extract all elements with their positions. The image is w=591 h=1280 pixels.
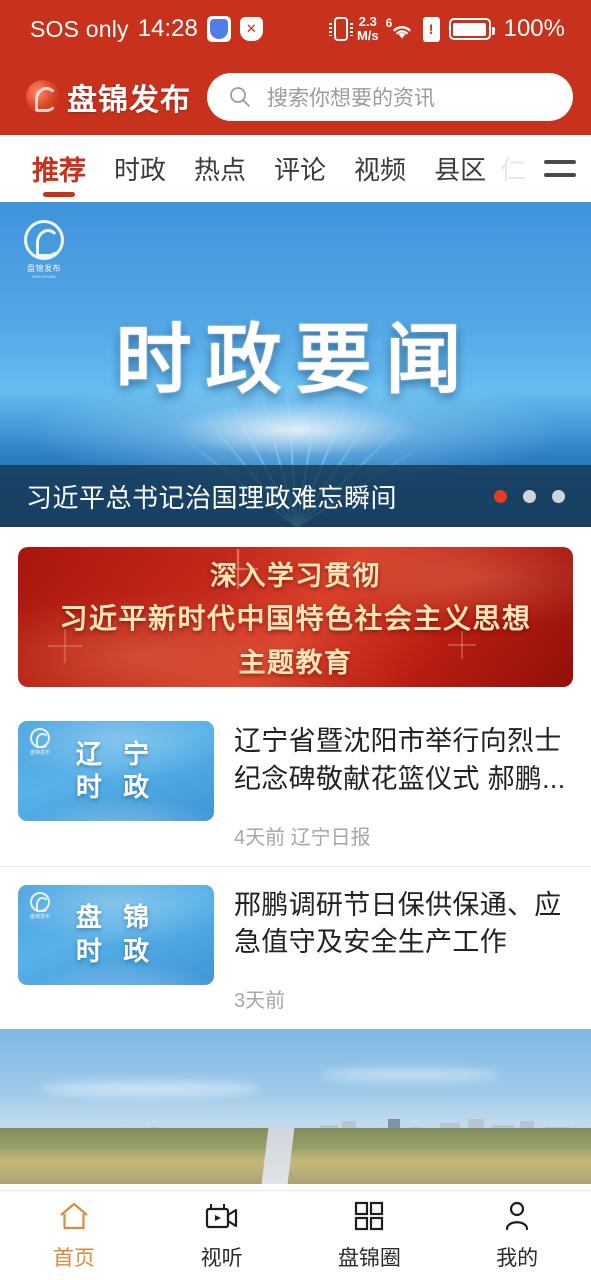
thumbnail-line-2: 时 政 bbox=[75, 772, 157, 802]
thumbnail-watermark-label: 盘锦发布 bbox=[29, 750, 50, 756]
news-body: 邢鹏调研节日保供保通、应急值守及安全生产工作 3天前 bbox=[234, 885, 573, 1014]
tab-redian[interactable]: 热点 bbox=[180, 135, 260, 202]
carousel-dot-1[interactable] bbox=[494, 489, 507, 503]
home-icon bbox=[58, 1199, 90, 1233]
brand: 盘锦发布 bbox=[26, 75, 191, 119]
news-list-item[interactable]: 盘锦发布 盘 锦 时 政 邢鹏调研节日保供保通、应急值守及安全生产工作 3天前 bbox=[0, 865, 591, 1030]
shield-blue-icon bbox=[206, 16, 231, 42]
nav-item-circle[interactable]: 盘锦圈 bbox=[296, 1191, 444, 1280]
ground-area bbox=[0, 1128, 591, 1185]
shield-x-icon bbox=[239, 17, 263, 41]
brand-name-label: 盘锦发布 bbox=[67, 83, 191, 117]
thumbnail-watermark: 盘锦发布 bbox=[27, 728, 53, 756]
panjin-logo-icon bbox=[26, 79, 60, 114]
promo-banner[interactable]: 深入学习贯彻 习近平新时代中国特色社会主义思想 主题教育 bbox=[18, 547, 573, 687]
news-body: 辽宁省暨沈阳市举行向烈士纪念碑敬献花篮仪式 郝鹏... 4天前 辽宁日报 bbox=[234, 721, 573, 850]
tab-partial-next[interactable]: 仁 bbox=[500, 135, 526, 202]
nav-item-home[interactable]: 首页 bbox=[0, 1191, 148, 1280]
news-title[interactable]: 辽宁省暨沈阳市举行向烈士纪念碑敬献花篮仪式 郝鹏... bbox=[234, 723, 573, 799]
panjin-logo-icon bbox=[24, 220, 64, 260]
bottom-nav-bar[interactable]: 首页 视听 盘锦圈 我的 bbox=[0, 1190, 591, 1280]
news-list-item[interactable]: 盘锦发布 辽 宁 时 政 辽宁省暨沈阳市举行向烈士纪念碑敬献花篮仪式 郝鹏...… bbox=[0, 703, 591, 866]
vibrate-icon bbox=[328, 17, 353, 41]
tab-xianqu[interactable]: 县区 bbox=[420, 135, 500, 202]
panjin-logo-icon bbox=[30, 728, 50, 748]
cloud-shape bbox=[40, 1081, 260, 1098]
tab-pinglun[interactable]: 评论 bbox=[260, 135, 340, 202]
thumbnail-watermark: 盘锦发布 bbox=[27, 891, 53, 920]
thumbnail-line-1: 辽 宁 bbox=[75, 738, 157, 769]
city-photo[interactable] bbox=[0, 1029, 591, 1185]
carrier-label: SOS only bbox=[30, 15, 129, 42]
nav-label-profile: 我的 bbox=[496, 1247, 539, 1270]
tab-tuijian[interactable]: 推荐 bbox=[18, 135, 100, 202]
thumbnail-line-2: 时 政 bbox=[75, 935, 157, 966]
app-root: SOS only 14:28 2.3 M/s 6 ! 100% bbox=[0, 0, 591, 1280]
carousel-dots[interactable] bbox=[494, 489, 565, 503]
network-speed-label: 2.3 M/s bbox=[357, 15, 379, 42]
panjin-logo-icon bbox=[30, 891, 50, 912]
nav-item-video[interactable]: 视听 bbox=[148, 1191, 296, 1280]
network-speed-unit: M/s bbox=[356, 28, 379, 43]
battery-icon bbox=[448, 18, 495, 40]
carousel-caption-text[interactable]: 习近平总书记治国理政难忘瞬间 bbox=[26, 478, 397, 515]
promo-line-3: 主题教育 bbox=[238, 648, 353, 678]
status-bar: SOS only 14:28 2.3 M/s 6 ! 100% bbox=[0, 0, 591, 58]
wifi-icon: 6 bbox=[386, 16, 414, 40]
nav-label-home: 首页 bbox=[52, 1247, 95, 1270]
news-title[interactable]: 邢鹏调研节日保供保通、应急值守及安全生产工作 bbox=[234, 887, 573, 963]
search-input[interactable]: 搜索你想要的资讯 bbox=[267, 82, 435, 112]
nav-item-profile[interactable]: 我的 bbox=[443, 1191, 591, 1280]
news-thumbnail[interactable]: 盘锦发布 盘 锦 时 政 bbox=[18, 884, 214, 985]
category-tab-bar[interactable]: 推荐 时政 热点 评论 视频 县区 仁 bbox=[0, 135, 591, 202]
carousel-dot-3[interactable] bbox=[552, 489, 565, 503]
status-bar-left: SOS only 14:28 bbox=[30, 15, 263, 43]
news-meta: 4天前 辽宁日报 bbox=[234, 826, 371, 849]
search-icon bbox=[229, 86, 251, 108]
tab-shipin[interactable]: 视频 bbox=[340, 135, 420, 202]
news-meta: 3天前 bbox=[234, 990, 286, 1013]
status-bar-right: 2.3 M/s 6 ! 100% bbox=[328, 15, 565, 43]
search-bar[interactable]: 搜索你想要的资讯 bbox=[207, 72, 573, 121]
hero-carousel[interactable]: 盘锦发布 PANJINFABU 时政要闻 习近平总书记治国理政难忘瞬间 bbox=[0, 202, 591, 527]
carousel-slide-title: 时政要闻 bbox=[115, 318, 476, 403]
app-header: 盘锦发布 搜索你想要的资讯 bbox=[0, 58, 591, 135]
thumbnail-line-1: 盘 锦 bbox=[75, 902, 157, 933]
watermark-name-label: 盘锦发布 bbox=[27, 264, 61, 273]
carousel-watermark: 盘锦发布 PANJINFABU bbox=[22, 220, 66, 279]
thumbnail-watermark-label: 盘锦发布 bbox=[29, 913, 50, 920]
promo-line-1: 深入学习贯彻 bbox=[210, 561, 381, 591]
battery-percent-label: 100% bbox=[503, 15, 565, 42]
person-icon bbox=[503, 1199, 531, 1233]
grid-icon bbox=[354, 1199, 384, 1233]
news-thumbnail[interactable]: 盘锦发布 辽 宁 时 政 bbox=[18, 721, 214, 821]
tab-shizheng[interactable]: 时政 bbox=[100, 135, 180, 202]
promo-line-2: 习近平新时代中国特色社会主义思想 bbox=[59, 603, 532, 634]
hamburger-menu-icon[interactable] bbox=[529, 135, 591, 202]
clock-label: 14:28 bbox=[137, 15, 198, 42]
nav-label-circle: 盘锦圈 bbox=[337, 1247, 401, 1270]
cloud-shape bbox=[320, 1069, 500, 1082]
carousel-dot-2[interactable] bbox=[523, 489, 536, 503]
sim-warning-icon: ! bbox=[422, 16, 440, 42]
watermark-sub-label: PANJINFABU bbox=[31, 274, 57, 279]
carousel-caption-bar: 习近平总书记治国理政难忘瞬间 bbox=[0, 465, 591, 527]
promo-banner-wrapper: 深入学习贯彻 习近平新时代中国特色社会主义思想 主题教育 bbox=[0, 527, 591, 703]
nav-label-video: 视听 bbox=[200, 1247, 243, 1270]
video-camera-icon bbox=[205, 1199, 239, 1233]
